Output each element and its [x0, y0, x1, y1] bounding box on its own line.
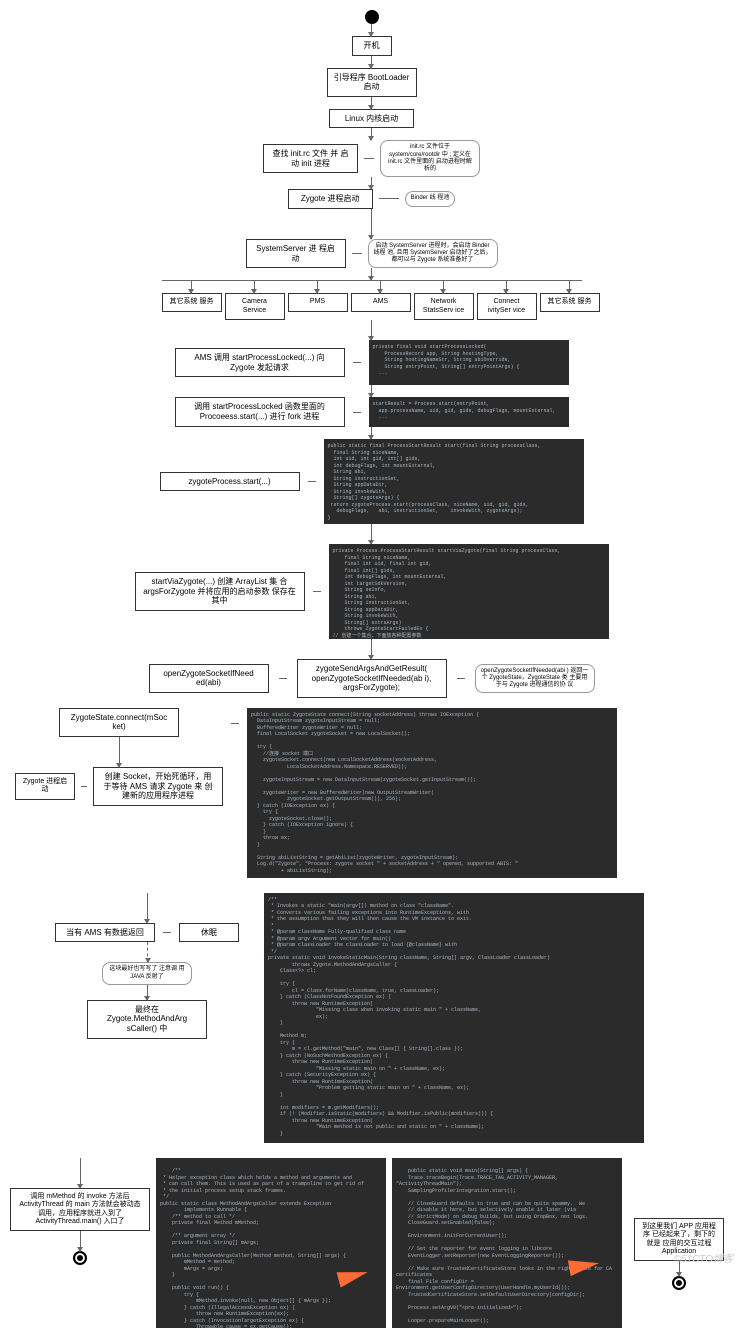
sleep-box: 休眠: [179, 923, 239, 943]
services-row: 其它系统 服务 Camera Service PMS AMS Network S…: [162, 281, 582, 320]
init-rc-annotation: init.rc 文件位于 system/core/rootdir 中 ; 定义在…: [380, 140, 480, 177]
start-node: [365, 10, 379, 24]
code-zygote-connect: public static ZygoteState connect(String…: [247, 708, 617, 878]
ams-data-box: 当有 AMS 有数据返回: [55, 923, 155, 943]
code-zygote-start: public static final ProcessStartResult s…: [324, 439, 584, 524]
code-start-process: private final void startProcessLocked( P…: [369, 340, 569, 385]
ams-start-box: AMS 调用 startProcessLocked(...) 向 Zygote …: [175, 348, 345, 377]
system-server-box: SystemServer 进 程启动: [246, 239, 346, 268]
start-via-zygote-box: startViaZygote(...) 创建 ArrayList 集 合 arg…: [135, 572, 305, 611]
code-method-args-caller: /** * Helper exception class which holds…: [156, 1158, 386, 1328]
zygote-send-args-box: zygoteSendArgsAndGetResult( openZygoteSo…: [297, 659, 447, 698]
final-zygote-box: 最终在 Zygote.MethodAndArg sCaller() 中: [87, 1000, 207, 1039]
code-process-start: startResult = Process.start(entryPoint, …: [369, 397, 569, 427]
code-start-via-zygote: private Process.ProcessStartResult start…: [329, 544, 609, 639]
process-start-box: 调用 startProcessLocked 函数里面的 Procoeess.st…: [175, 397, 345, 426]
zygote-process-label: Zygote 进程启动: [15, 773, 75, 800]
service-camera: Camera Service: [225, 293, 285, 320]
system-server-annotation: 启动 SystemServer 进程时，会启动 Binder 线程 池, 且用 …: [368, 239, 498, 269]
invoke-method-box: 调用 mMethod 的 invoke 方法后 ActivityThread 的…: [10, 1188, 150, 1232]
zygote-send-annotation: openZygoteSocketIfNeeded(abi ) 返回一个 Zygo…: [475, 664, 595, 694]
service-connectivity: Connect ivitySer vice: [477, 293, 537, 320]
watermark: ©51CTO博客: [674, 1250, 733, 1265]
code-text-8: public static void main(String[] args) {…: [396, 1168, 615, 1328]
code-invoke-static-main: /** * Invokes a static "main(argv[]) met…: [264, 893, 644, 1143]
flowchart-root: 开机 引导程序 BootLoader 启动 Linux 内核启动 查找 init…: [5, 10, 738, 698]
arrow-icon-2: [568, 1254, 608, 1276]
binder-annotation: Binder 线 程池: [405, 191, 456, 206]
code-activity-thread-main: public static void main(String[] args) {…: [392, 1158, 622, 1328]
create-socket-box: 创建 Socket，开始死循环，用 于等待 AMS 请求 Zygote 来 创建…: [93, 767, 223, 806]
open-zygote-socket-box: openZygoteSocketIfNeed ed(abi): [149, 664, 269, 693]
zygote-process-start-box: zygoteProcess.start(...): [160, 472, 300, 492]
zygote-state-connect-box: ZygoteState.connect(mSoc ket): [59, 708, 179, 737]
bootloader-box: 引导程序 BootLoader 启动: [327, 68, 417, 97]
service-network: Network StatsServ ice: [414, 293, 474, 320]
zygote-box: Zygote 进程启动: [288, 189, 373, 209]
init-rc-box: 查找 init.rc 文件 并 启动 init 进程: [263, 144, 358, 173]
code-text-7: /** * Helper exception class which holds…: [160, 1168, 364, 1328]
arrow-icon: [337, 1262, 378, 1287]
